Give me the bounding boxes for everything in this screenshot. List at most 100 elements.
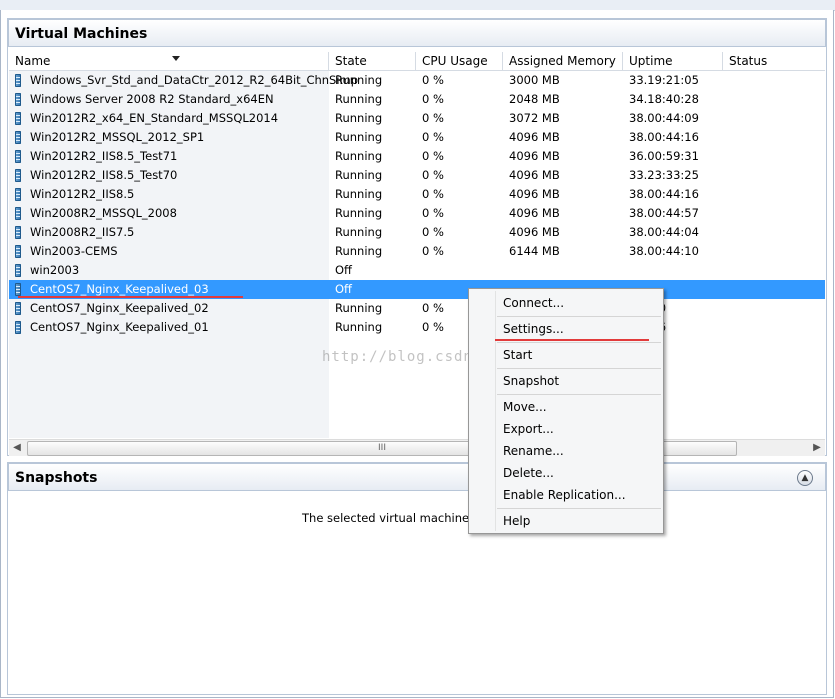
menu-icon-gutter	[495, 291, 496, 531]
vm-table-row[interactable]: win2003 Off	[9, 261, 825, 280]
vm-table-row[interactable]: Win2012R2_x64_EN_Standard_MSSQL2014 Runni…	[9, 109, 825, 128]
menu-separator	[497, 316, 661, 317]
vm-table-row[interactable]: Windows Server 2008 R2 Standard_x64EN Run…	[9, 90, 825, 109]
col-header-status[interactable]: Status	[723, 52, 825, 71]
menu-item-start[interactable]: Start	[503, 348, 532, 362]
col-header-memory[interactable]: Assigned Memory	[503, 52, 623, 71]
vm-uptime-cell: 33.19:21:05	[629, 73, 699, 87]
horizontal-scrollbar[interactable]: ◀ III ▶	[9, 439, 825, 456]
vm-name-cell: Win2012R2_MSSQL_2012_SP1	[30, 130, 205, 144]
vm-context-menu: Connect... Settings... Start Snapshot Mo…	[468, 288, 664, 534]
vm-uptime-cell: 38.00:44:10	[629, 244, 699, 258]
vm-table-row[interactable]: CentOS7_Nginx_Keepalived_02Running0 %:44…	[9, 299, 825, 318]
server-vm-icon	[15, 283, 21, 296]
vm-memory-cell: 3000 MB	[509, 73, 560, 87]
server-vm-icon	[15, 150, 21, 163]
vm-cpu-cell: 0 %	[422, 187, 444, 201]
vm-state-cell: Running	[335, 73, 383, 87]
vm-cpu-cell: 0 %	[422, 320, 444, 334]
vm-memory-cell: 6144 MB	[509, 244, 560, 258]
menu-item-connect[interactable]: Connect...	[503, 296, 564, 310]
vm-memory-cell: 4096 MB	[509, 206, 560, 220]
vm-state-cell: Running	[335, 168, 383, 182]
vm-cpu-cell: 0 %	[422, 149, 444, 163]
server-vm-icon	[15, 245, 21, 258]
vm-table-row[interactable]: CentOS7_Nginx_Keepalived_01Running0 %:44…	[9, 318, 825, 337]
vm-uptime-cell: 38.00:44:16	[629, 187, 699, 201]
annotation-underline-settings	[495, 339, 649, 341]
server-vm-icon	[15, 112, 21, 125]
vm-state-cell: Running	[335, 149, 383, 163]
menu-item-rename[interactable]: Rename...	[503, 444, 564, 458]
vm-name-cell: Win2012R2_IIS8.5_Test71	[30, 149, 178, 163]
vm-state-cell: Running	[335, 187, 383, 201]
vm-table-row[interactable]: Win2008R2_IIS7.5 Running 0 % 4096 MB 38.00:4…	[9, 223, 825, 242]
vm-name-cell: Win2012R2_IIS8.5_Test70	[30, 168, 178, 182]
server-vm-icon	[15, 264, 21, 277]
vm-table-row[interactable]: Windows_Svr_Std_and_DataCtr_2012_R2_64Bi…	[9, 71, 825, 90]
vm-table-row[interactable]: Win2003-CEMS Running 0 % 6144 MB 38.00:44:10	[9, 242, 825, 261]
vm-state-cell: Running	[335, 225, 383, 239]
vm-cpu-cell: 0 %	[422, 130, 444, 144]
vm-table-row[interactable]: Win2012R2_IIS8.5_Test70 Running 0 % 4096 MB…	[9, 166, 825, 185]
menu-item-settings[interactable]: Settings...	[503, 322, 564, 336]
vm-name-cell: Win2008R2_IIS7.5	[30, 225, 135, 239]
vm-uptime-cell: 38.00:44:09	[629, 111, 699, 125]
vm-table-row[interactable]: Win2012R2_IIS8.5_Test71 Running 0 % 4096 MB…	[9, 147, 825, 166]
col-header-name[interactable]: Name	[9, 52, 329, 71]
menu-separator	[497, 342, 661, 343]
vm-table-row[interactable]: Win2008R2_MSSQL_2008 Running 0 % 4096 MB 38.…	[9, 204, 825, 223]
vm-memory-cell: 4096 MB	[509, 225, 560, 239]
menu-item-export[interactable]: Export...	[503, 422, 554, 436]
vm-memory-cell: 4096 MB	[509, 130, 560, 144]
col-header-state[interactable]: State	[329, 52, 416, 71]
vm-name-cell: CentOS7_Nginx_Keepalived_02	[30, 301, 209, 315]
server-vm-icon	[15, 188, 21, 201]
server-vm-icon	[15, 302, 21, 315]
vm-name-cell: win2003	[30, 263, 80, 277]
vm-cpu-cell: 0 %	[422, 206, 444, 220]
vm-name-cell: Windows Server 2008 R2 Standard_x64EN	[30, 92, 274, 106]
vm-name-cell: Win2012R2_x64_EN_Standard_MSSQL2014	[30, 111, 279, 125]
arrow-left-icon[interactable]: ◀	[9, 440, 25, 456]
vm-memory-cell: 3072 MB	[509, 111, 560, 125]
snapshots-section-header: Snapshots ▲	[8, 463, 826, 491]
menu-item-enable-replication[interactable]: Enable Replication...	[503, 488, 626, 502]
vm-uptime-cell: 34.18:40:28	[629, 92, 699, 106]
snapshots-section-title: Snapshots	[15, 470, 98, 486]
server-vm-icon	[15, 93, 21, 106]
vm-cpu-cell: 0 %	[422, 301, 444, 315]
vm-memory-cell: 4096 MB	[509, 149, 560, 163]
vm-cpu-cell: 0 %	[422, 111, 444, 125]
col-header-uptime[interactable]: Uptime	[623, 52, 723, 71]
menu-item-help[interactable]: Help	[503, 514, 530, 528]
vm-name-cell: Win2003-CEMS	[30, 244, 118, 258]
arrow-right-icon[interactable]: ▶	[809, 440, 825, 456]
vm-section-header: Virtual Machines	[8, 19, 826, 47]
virtual-machines-panel: Virtual Machines Name State CPU Usage As…	[7, 18, 827, 456]
vm-table-row[interactable]: Win2012R2_MSSQL_2012_SP1 Running 0 % 4096 M…	[9, 128, 825, 147]
vm-name-cell: CentOS7_Nginx_Keepalived_01	[30, 320, 209, 334]
menu-item-delete[interactable]: Delete...	[503, 466, 554, 480]
vm-name-cell: Win2008R2_MSSQL_2008	[30, 206, 177, 220]
vm-state-cell: Running	[335, 130, 383, 144]
vm-cpu-cell: 0 %	[422, 168, 444, 182]
vm-memory-cell: 4096 MB	[509, 168, 560, 182]
server-vm-icon	[15, 321, 21, 334]
menu-item-move[interactable]: Move...	[503, 400, 547, 414]
vm-state-cell: Off	[335, 263, 352, 277]
vm-memory-cell: 2048 MB	[509, 92, 560, 106]
vm-section-title: Virtual Machines	[15, 26, 148, 42]
vm-cpu-cell: 0 %	[422, 225, 444, 239]
vm-state-cell: Running	[335, 244, 383, 258]
server-vm-icon	[15, 207, 21, 220]
vm-state-cell: Running	[335, 320, 383, 334]
server-vm-icon	[15, 169, 21, 182]
chevron-up-circle-icon[interactable]: ▲	[797, 470, 813, 486]
menu-item-snapshot[interactable]: Snapshot	[503, 374, 559, 388]
annotation-underline-selected-vm	[18, 296, 243, 298]
vm-table-row[interactable]: Win2012R2_IIS8.5 Running 0 % 4096 MB 38.00:4…	[9, 185, 825, 204]
vm-uptime-cell: 38.00:44:57	[629, 206, 699, 220]
col-header-cpu[interactable]: CPU Usage	[416, 52, 503, 71]
vm-state-cell: Off	[335, 282, 352, 296]
